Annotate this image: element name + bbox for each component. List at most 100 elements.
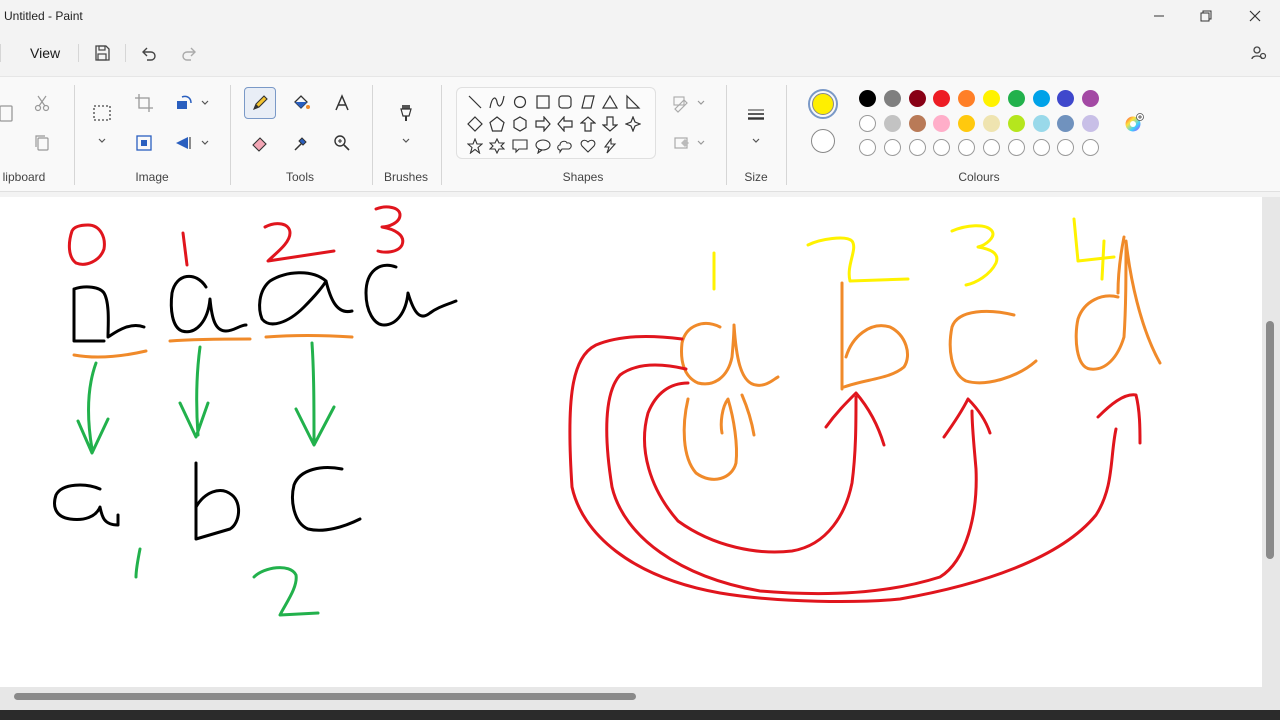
shape-up-arrow[interactable]	[577, 113, 599, 135]
colour2-selector[interactable]	[811, 129, 835, 153]
palette-swatch[interactable]	[908, 90, 926, 107]
custom-colour-slot[interactable]	[859, 139, 876, 156]
pencil-button[interactable]	[244, 87, 276, 119]
brushes-button[interactable]	[390, 97, 422, 129]
chevron-down-icon[interactable]	[401, 136, 411, 146]
palette-swatch[interactable]	[958, 114, 976, 132]
redo-button[interactable]	[174, 38, 204, 68]
custom-colour-slot[interactable]	[1007, 139, 1025, 156]
paste-button[interactable]	[0, 97, 22, 129]
palette-swatch[interactable]	[933, 90, 951, 107]
size-button[interactable]	[740, 99, 772, 131]
colour-picker-button[interactable]	[285, 127, 317, 159]
shape-cloud-callout[interactable]	[554, 135, 576, 157]
shape-fill-button[interactable]	[666, 127, 698, 159]
undo-button[interactable]	[134, 38, 164, 68]
rotate-button[interactable]	[168, 87, 200, 119]
text-button[interactable]	[326, 87, 358, 119]
chevron-down-icon[interactable]	[200, 138, 210, 148]
shape-rectangle[interactable]	[532, 91, 554, 113]
fill-button[interactable]	[285, 87, 317, 119]
select-icon	[93, 105, 111, 121]
orange-underline-3	[264, 334, 354, 339]
custom-colour-slot[interactable]	[908, 139, 926, 156]
resize-button[interactable]	[128, 127, 160, 159]
shape-oval-callout[interactable]	[532, 135, 554, 157]
shape-five-point-star[interactable]	[464, 135, 486, 157]
undo-icon	[142, 47, 156, 61]
save-button[interactable]	[87, 38, 117, 68]
shape-rounded-rectangle[interactable]	[554, 91, 576, 113]
chevron-down-icon[interactable]	[696, 138, 706, 148]
shape-six-point-star[interactable]	[486, 135, 508, 157]
edit-colours-button[interactable]	[1118, 107, 1150, 139]
palette-swatch[interactable]	[983, 114, 1000, 132]
palette-swatch[interactable]	[908, 114, 926, 132]
palette-swatch[interactable]	[1032, 90, 1050, 107]
view-menu[interactable]: View	[30, 45, 60, 61]
palette-swatch[interactable]	[1007, 90, 1025, 107]
drawing-canvas[interactable]	[0, 197, 1262, 687]
up-arrow-icon	[580, 116, 596, 132]
shape-down-arrow[interactable]	[599, 113, 621, 135]
shape-lightning[interactable]	[599, 135, 621, 157]
palette-swatch[interactable]	[1082, 90, 1100, 107]
palette-swatch[interactable]	[859, 114, 876, 132]
palette-swatch[interactable]	[1057, 114, 1075, 132]
custom-colour-slot[interactable]	[1082, 139, 1100, 156]
palette-swatch[interactable]	[883, 90, 901, 107]
palette-swatch[interactable]	[1082, 114, 1100, 132]
shape-heart[interactable]	[577, 135, 599, 157]
shape-line[interactable]	[464, 91, 486, 113]
shape-right-triangle[interactable]	[622, 91, 644, 113]
palette-swatch[interactable]	[883, 114, 901, 132]
shape-rect-callout[interactable]	[509, 135, 531, 157]
crop-button[interactable]	[128, 87, 160, 119]
shape-four-point-star[interactable]	[622, 113, 644, 135]
magnifier-button[interactable]	[326, 127, 358, 159]
shape-pentagon[interactable]	[486, 113, 508, 135]
custom-colour-slot[interactable]	[983, 139, 1000, 156]
custom-colour-slot[interactable]	[1032, 139, 1050, 156]
outline-button[interactable]	[666, 87, 698, 119]
vertical-scrollbar[interactable]	[1266, 321, 1274, 559]
custom-colour-slot[interactable]	[933, 139, 951, 156]
eraser-button[interactable]	[244, 127, 276, 159]
chevron-down-icon[interactable]	[751, 136, 761, 146]
shape-oval[interactable]	[509, 91, 531, 113]
chevron-down-icon[interactable]	[696, 98, 706, 108]
palette-swatch[interactable]	[1032, 114, 1050, 132]
copy-button[interactable]	[26, 127, 58, 159]
shape-right-arrow[interactable]	[532, 113, 554, 135]
palette-swatch[interactable]	[933, 114, 951, 132]
shape-left-arrow[interactable]	[554, 113, 576, 135]
cut-button[interactable]	[26, 87, 58, 119]
flip-button[interactable]	[168, 127, 200, 159]
restore-button[interactable]	[1183, 0, 1229, 32]
custom-colour-slot[interactable]	[958, 139, 976, 156]
shape-polygon[interactable]	[577, 91, 599, 113]
palette-swatch[interactable]	[1057, 90, 1075, 107]
minimize-button[interactable]	[1136, 0, 1182, 32]
custom-colour-slot[interactable]	[1057, 139, 1075, 156]
palette-swatch[interactable]	[983, 90, 1000, 107]
select-button[interactable]	[86, 97, 118, 129]
rotate-icon	[177, 95, 192, 109]
account-button[interactable]	[1244, 38, 1274, 68]
black-letter-a-bottom	[53, 483, 120, 527]
shape-triangle[interactable]	[599, 91, 621, 113]
horizontal-scrollbar[interactable]	[14, 693, 636, 700]
palette-swatch[interactable]	[859, 90, 876, 107]
palette-swatch[interactable]	[1007, 114, 1025, 132]
chevron-down-icon[interactable]	[200, 98, 210, 108]
shape-diamond[interactable]	[464, 113, 486, 135]
custom-colour-slot[interactable]	[883, 139, 901, 156]
chevron-down-icon[interactable]	[97, 136, 107, 146]
close-button[interactable]	[1232, 0, 1278, 32]
title-bar: Untitled - Paint	[0, 0, 1280, 32]
shape-curve[interactable]	[486, 91, 508, 113]
colour1-selector[interactable]	[808, 89, 838, 119]
star-icon	[467, 138, 483, 154]
palette-swatch[interactable]	[958, 90, 976, 107]
shape-hexagon[interactable]	[509, 113, 531, 135]
